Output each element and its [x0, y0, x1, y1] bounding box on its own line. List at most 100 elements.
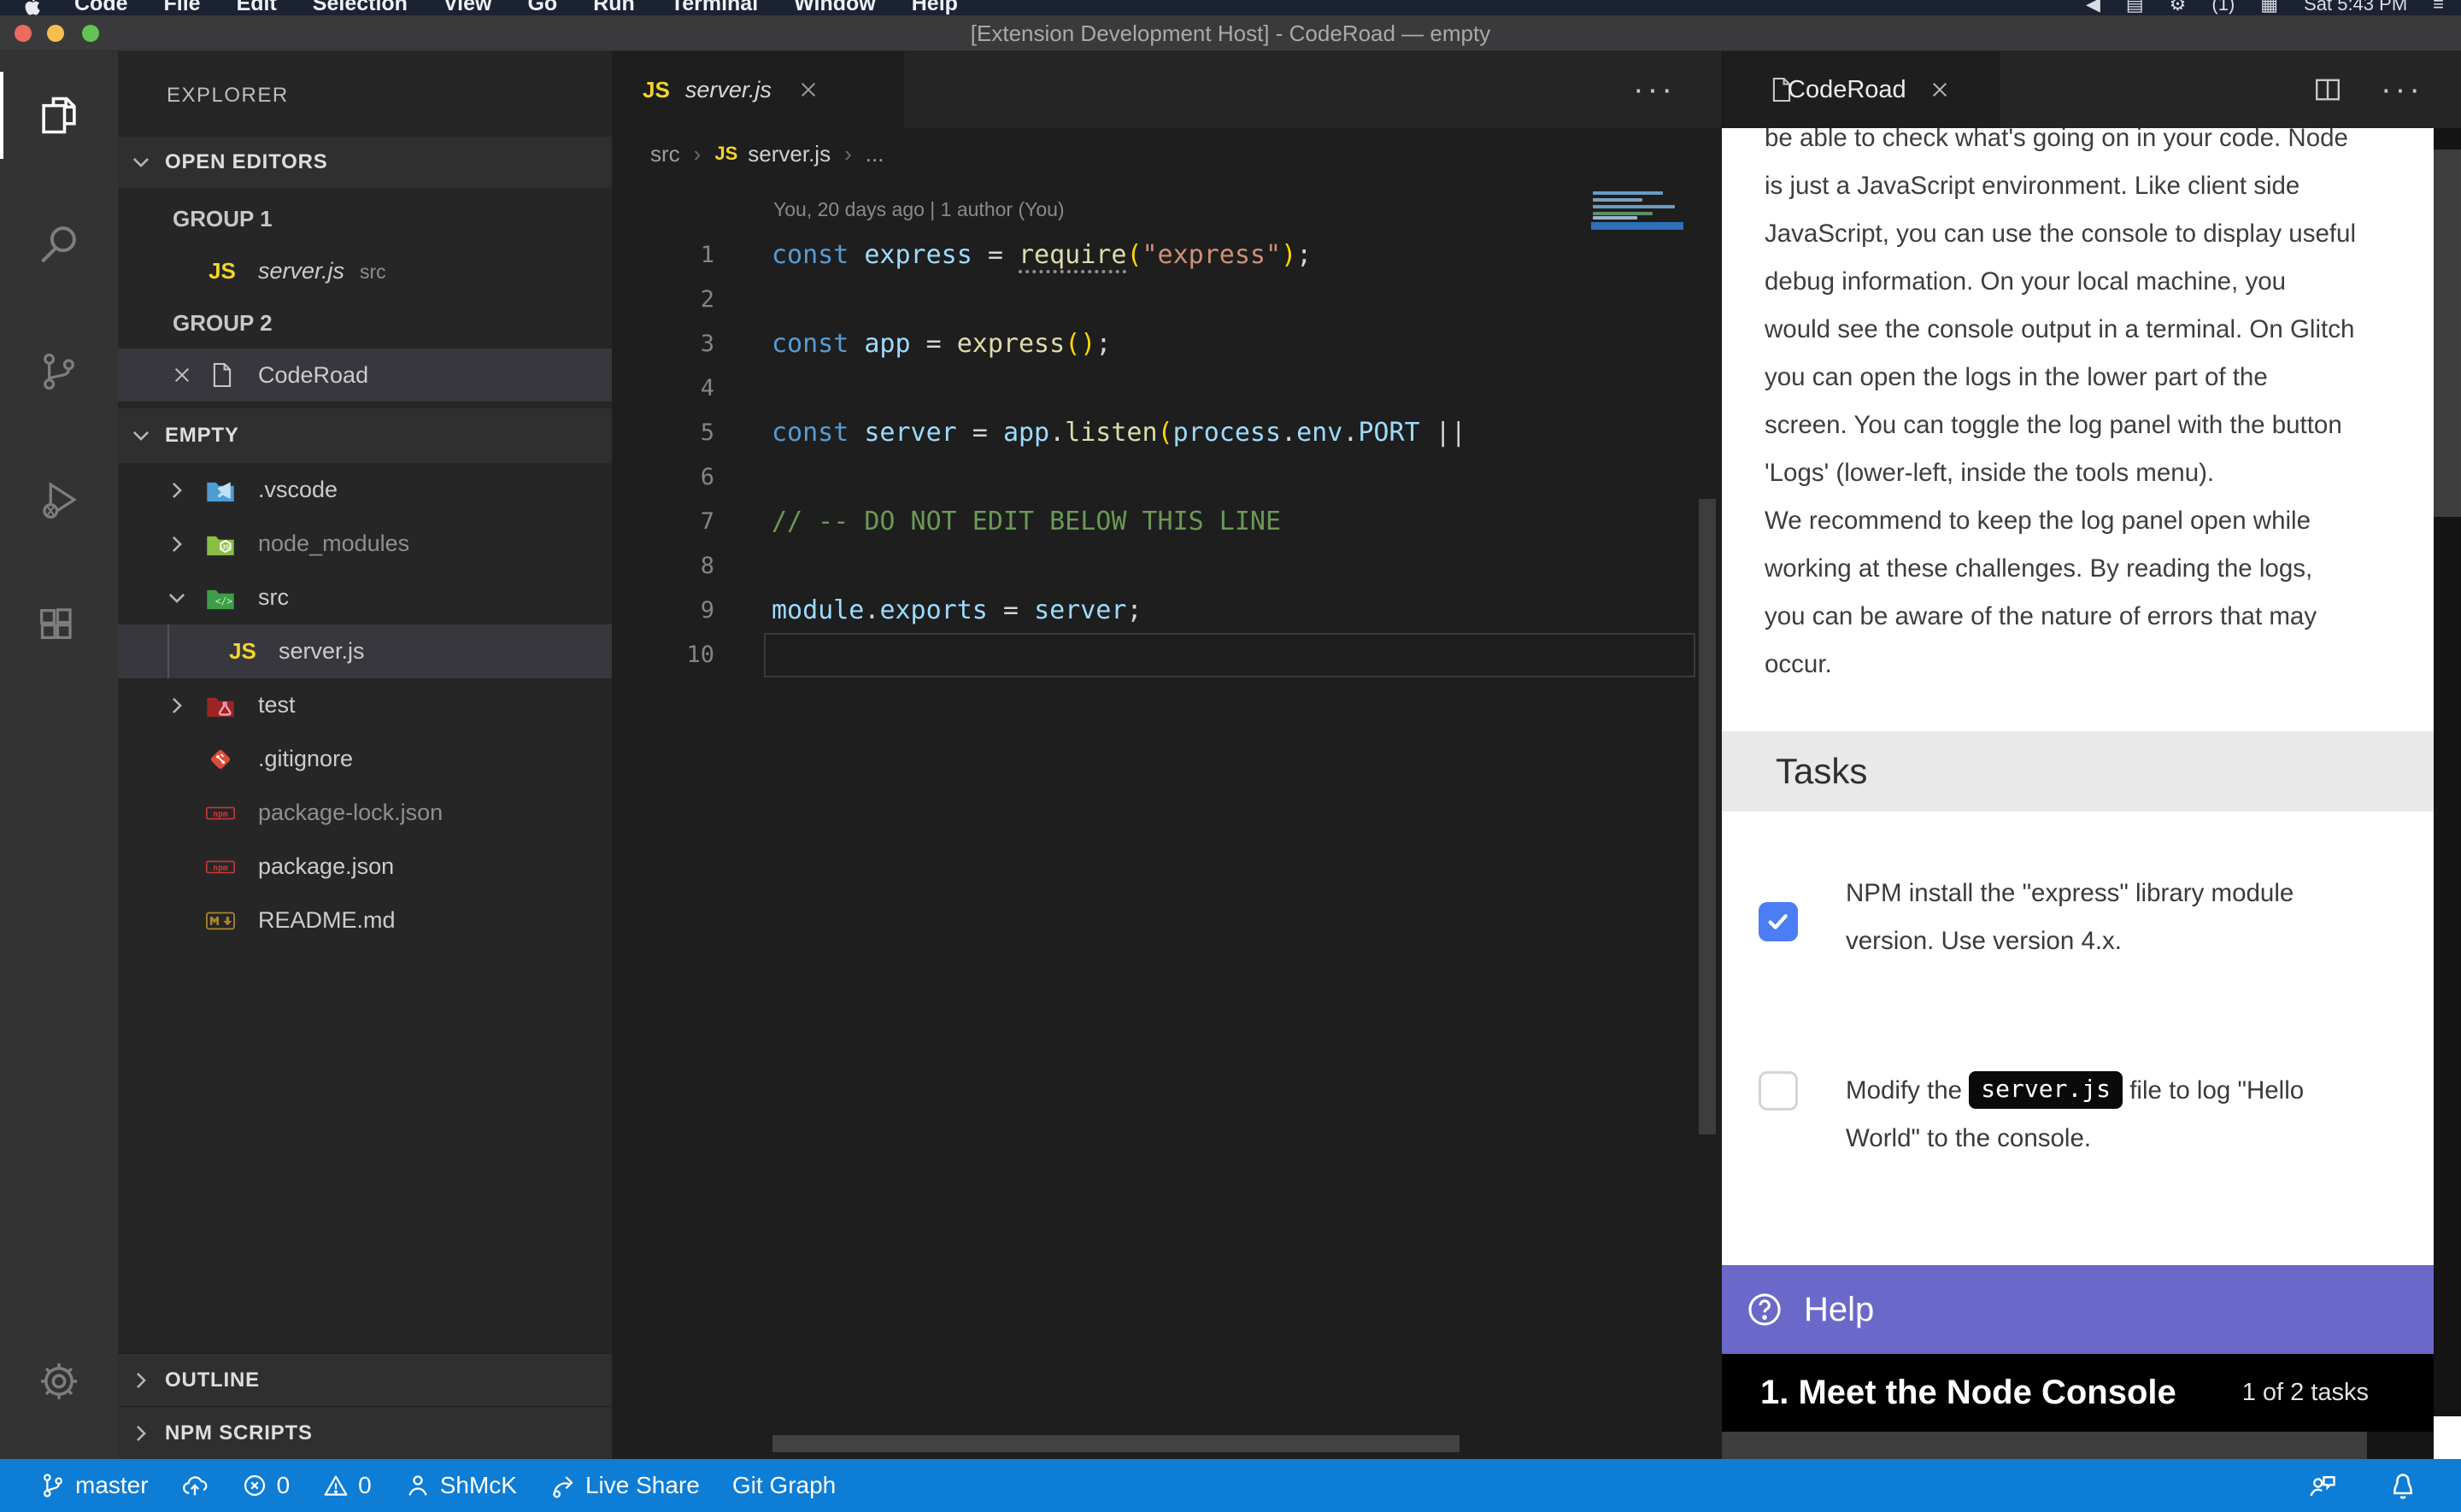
status-item-git-graph[interactable]: Git Graph: [732, 1472, 836, 1499]
status-item-cloud-upload-icon[interactable]: [181, 1472, 209, 1499]
menu-item-terminal[interactable]: Terminal: [653, 0, 776, 15]
menubar-status-item[interactable]: ▦: [2260, 0, 2278, 15]
menubar-status-item[interactable]: ≡: [2433, 0, 2444, 15]
feedback-icon[interactable]: [2307, 1470, 2338, 1501]
chevron-right-icon: [166, 479, 188, 501]
tree-item-src[interactable]: </>src: [118, 571, 612, 624]
activity-run-debug-icon[interactable]: [0, 436, 118, 564]
activity-settings-gear-icon[interactable]: [0, 1317, 118, 1445]
menubar-status-item[interactable]: Sat 5:43 PM: [2304, 0, 2407, 15]
code-line[interactable]: 1const express = require("express");: [612, 233, 1722, 278]
tree-item-.vscode[interactable]: .vscode: [118, 463, 612, 517]
npm-scripts-section-header[interactable]: NPM SCRIPTS: [118, 1406, 612, 1459]
tab-coderoad[interactable]: CodeRoad: [1723, 51, 2000, 128]
menubar-status-item[interactable]: ▤: [2126, 0, 2144, 15]
code-line[interactable]: 3const app = express();: [612, 322, 1722, 366]
horizontal-scrollbar[interactable]: [772, 1435, 1460, 1452]
lesson-text-line: JavaScript, you can use the console to d…: [1765, 210, 2431, 258]
tab-server-js[interactable]: JS server.js: [612, 51, 904, 128]
lesson-text: be able to check what's going on in your…: [1765, 128, 2431, 689]
activity-files-icon[interactable]: [0, 51, 118, 179]
status-item-shmck[interactable]: ShMcK: [404, 1472, 517, 1499]
tree-item-server.js[interactable]: JSserver.js: [118, 624, 612, 678]
menu-item-edit[interactable]: Edit: [219, 0, 295, 15]
menubar-status-item[interactable]: (1): [2211, 0, 2235, 15]
tree-item-node_modules[interactable]: JSnode_modules: [118, 517, 612, 571]
code-line[interactable]: 9module.exports = server;: [612, 589, 1722, 633]
breadcrumb-file[interactable]: JS server.js: [714, 141, 831, 167]
menubar-status-item[interactable]: ⚙: [2170, 0, 2187, 15]
activity-source-control-icon[interactable]: [0, 308, 118, 436]
activity-extensions-icon[interactable]: [0, 564, 118, 692]
line-number: 3: [612, 322, 714, 366]
more-actions-icon[interactable]: ···: [2381, 72, 2423, 108]
menu-item-help[interactable]: Help: [894, 0, 976, 15]
split-editor-icon[interactable]: [2314, 76, 2341, 103]
line-number: 7: [612, 500, 714, 544]
open-editors-header[interactable]: OPEN EDITORS: [118, 137, 612, 188]
indent-guide: [167, 624, 169, 678]
tree-item-test[interactable]: test: [118, 678, 612, 732]
close-tab-icon[interactable]: [1929, 79, 1951, 101]
code-line[interactable]: 5const server = app.listen(process.env.P…: [612, 411, 1722, 455]
menu-item-go[interactable]: Go: [509, 0, 575, 15]
minimap-slider[interactable]: [1591, 222, 1683, 230]
folder-section-label: EMPTY: [165, 424, 239, 448]
minimap-line: [1593, 198, 1642, 202]
code-line[interactable]: 6: [612, 455, 1722, 500]
editor-group: JS server.js ··· src › JS server.js › ..…: [612, 51, 1722, 1459]
line-number: 5: [612, 411, 714, 455]
close-icon[interactable]: [171, 364, 193, 386]
panel-scrollbar-thumb[interactable]: [2434, 149, 2461, 517]
menu-item-view[interactable]: View: [426, 0, 510, 15]
close-tab-icon[interactable]: [797, 79, 819, 101]
code-line[interactable]: 8: [612, 544, 1722, 589]
minimap[interactable]: [1591, 188, 1683, 299]
breadcrumb-folder[interactable]: src: [650, 141, 680, 167]
tree-item-package-lock.json[interactable]: npmpackage-lock.json: [118, 786, 612, 840]
status-item-0[interactable]: 0: [322, 1472, 372, 1499]
help-section[interactable]: Help: [1722, 1265, 2434, 1354]
tree-item-.gitignore[interactable]: .gitignore: [118, 732, 612, 786]
task-checkbox-1[interactable]: [1759, 902, 1798, 941]
lesson-title: 1. Meet the Node Console: [1760, 1374, 2176, 1412]
minimap-line: [1593, 191, 1663, 195]
tree-item-package.json[interactable]: npmpackage.json: [118, 840, 612, 894]
code-editor[interactable]: 1const express = require("express");23co…: [612, 233, 1722, 677]
vertical-scrollbar[interactable]: [1699, 499, 1716, 1134]
panel-tab-bar: CodeRoad ···: [1722, 51, 2461, 128]
status-item-0[interactable]: 0: [241, 1472, 291, 1499]
menu-item-selection[interactable]: Selection: [295, 0, 426, 15]
status-item-master[interactable]: master: [39, 1472, 149, 1499]
file-icon: [211, 362, 233, 388]
open-editors-group-label: GROUP 2: [118, 297, 612, 349]
lesson-text-line: be able to check what's going on in your…: [1765, 128, 2431, 162]
codelens-annotation[interactable]: You, 20 days ago | 1 author (You): [773, 198, 1065, 221]
line-number: 9: [612, 589, 714, 633]
chevron-down-icon: [130, 151, 152, 173]
editor-actions-more-icon[interactable]: ···: [1633, 51, 1676, 128]
bell-icon[interactable]: [2388, 1470, 2418, 1501]
lesson-text-line: occur.: [1765, 641, 2431, 689]
menu-item-window[interactable]: Window: [776, 0, 894, 15]
activity-search-icon[interactable]: [0, 179, 118, 308]
menu-item-code[interactable]: Code: [56, 0, 146, 15]
open-editor-item-server.js[interactable]: JSserver.jssrc: [118, 244, 612, 297]
code-line[interactable]: 2: [612, 278, 1722, 322]
menubar-status-item[interactable]: ◀: [2086, 0, 2100, 15]
breadcrumb-tail[interactable]: ...: [866, 141, 884, 167]
git-icon: [206, 747, 235, 772]
menu-item-file[interactable]: File: [146, 0, 219, 15]
task-progress: 1 of 2 tasks: [2242, 1379, 2369, 1407]
status-item-live-share[interactable]: Live Share: [549, 1472, 700, 1499]
code-line[interactable]: 4: [612, 366, 1722, 411]
folder-section-header[interactable]: EMPTY: [118, 408, 612, 463]
menu-item-run[interactable]: Run: [575, 0, 653, 15]
markdown-icon: [206, 908, 235, 934]
tree-item-readme.md[interactable]: README.md: [118, 894, 612, 947]
open-editors-group-label: GROUP 1: [118, 193, 612, 244]
outline-section-header[interactable]: OUTLINE: [118, 1353, 612, 1406]
task-checkbox-2[interactable]: [1759, 1071, 1798, 1111]
open-editor-item-coderoad[interactable]: CodeRoad: [118, 349, 612, 401]
code-line[interactable]: 7// -- DO NOT EDIT BELOW THIS LINE: [612, 500, 1722, 544]
